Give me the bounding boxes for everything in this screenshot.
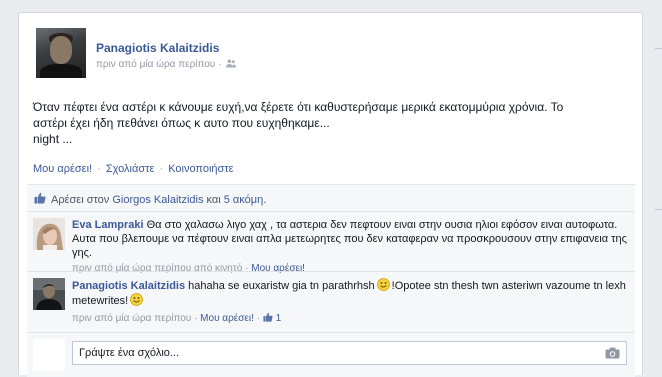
commenter-name[interactable]: Eva Lampraki [72,219,144,231]
commenter-name[interactable]: Panagiotis Kalaitzidis [72,280,185,292]
commenter-avatar[interactable] [33,278,65,310]
like-summary: Αρέσει στον Giorgos Kalaitzidis και 5 ακ… [27,185,635,211]
feedback-section: Αρέσει στον Giorgos Kalaitzidis και 5 ακ… [27,184,635,377]
like-button[interactable]: Μου αρέσει! [33,163,92,175]
side-divider [655,48,662,49]
post-actions: Μου αρέσει! · Σχολιάστε · Κοινοποιήστε [33,163,234,175]
comment-input[interactable]: Γράψτε ένα σχόλιο... [72,341,627,365]
post-card: Panagiotis Kalaitzidis πριν από μία ώρα … [18,12,643,377]
comment-input-placeholder: Γράψτε ένα σχόλιο... [79,347,180,359]
comment-item: Panagiotis Kalaitzidis hahaha se euxaris… [27,271,635,332]
comment-text: Θα στο χαλασω λιγο χαχ , τα αστερια δεν … [72,219,627,259]
reply-section: Γράψτε ένα σχόλιο... [27,332,635,377]
thumbs-up-icon [34,192,46,204]
side-divider [655,209,662,210]
comment-button[interactable]: Σχολιάστε [106,163,155,175]
viewer-avatar [33,339,65,371]
others-link[interactable]: 5 ακόμη [224,194,263,206]
smiley-icon [376,278,390,291]
share-button[interactable]: Κοινοποιήστε [168,163,233,175]
friends-icon[interactable] [225,59,236,68]
comment-item: Eva Lampraki Θα στο χαλασω λιγο χαχ , τα… [27,211,635,274]
author-name[interactable]: Panagiotis Kalaitzidis [96,41,219,55]
post-meta: πριν από μία ώρα περίπου · [96,58,236,70]
comment-like-count[interactable]: 1 [263,312,281,324]
smiley-icon [130,293,144,306]
post-time[interactable]: πριν από μία ώρα περίπου [96,59,215,70]
thumbs-up-icon [263,312,273,322]
commenter-avatar[interactable] [33,218,65,250]
liker-link[interactable]: Giorgos Kalaitzidis [112,194,203,206]
comment-like-button[interactable]: Μου αρέσει! [200,313,254,324]
post-text: Όταν πέφτει ένα αστέρι κ κάνουμε ευχή,να… [33,100,564,146]
comment-time[interactable]: πριν από μία ώρα περίπου [72,313,191,324]
author-avatar[interactable] [36,28,86,78]
camera-icon[interactable] [605,347,620,359]
